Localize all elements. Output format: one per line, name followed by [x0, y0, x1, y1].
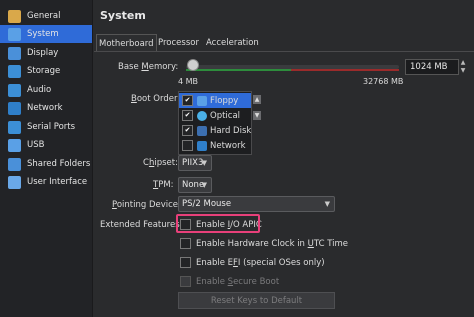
base-memory-min-label: 4 MB — [178, 77, 199, 86]
chevron-down-icon: ▼ — [324, 200, 330, 208]
boot-item-label: Floppy — [210, 95, 239, 106]
boot-item-hard-disk[interactable]: ✔ Hard Disk — [179, 123, 251, 138]
optical-icon — [197, 110, 207, 121]
highlight-box — [176, 214, 260, 233]
settings-sidebar: General System Display Storage Audio Net… — [0, 0, 93, 317]
sidebar-item-label: Display — [27, 48, 59, 58]
boot-item-label: Network — [210, 140, 246, 151]
shared-folders-icon — [8, 157, 21, 171]
enable-efi-label: Enable EFI (special OSes only) — [196, 257, 325, 268]
enable-efi-checkbox[interactable] — [180, 257, 191, 268]
sidebar-item-storage[interactable]: Storage — [0, 62, 92, 80]
sidebar-item-label: Storage — [27, 66, 61, 76]
display-icon — [8, 46, 21, 60]
serial-ports-icon — [8, 120, 21, 134]
tab-motherboard[interactable]: Motherboard — [96, 34, 157, 52]
chevron-up-icon: ▲ — [254, 96, 260, 103]
boot-item-label: Optical — [210, 110, 241, 121]
hard-disk-icon — [197, 125, 207, 136]
extended-features-label: Extended Features: — [100, 220, 183, 230]
sidebar-item-general[interactable]: General — [0, 7, 92, 25]
chipset-value: PIIX3 — [182, 158, 204, 168]
pointing-device-select[interactable]: PS/2 Mouse ▼ — [178, 196, 335, 212]
boot-optical-checkbox[interactable]: ✔ — [182, 110, 193, 121]
boot-item-label: Hard Disk — [210, 125, 252, 136]
audio-icon — [8, 83, 21, 97]
sidebar-item-label: USB — [27, 140, 45, 150]
tpm-select[interactable]: None ▼ — [178, 177, 212, 193]
sidebar-item-label: System — [27, 29, 59, 39]
general-icon — [8, 9, 21, 23]
base-memory-unsafe-range — [291, 69, 399, 71]
page-title: System — [100, 9, 146, 22]
enable-utc-clock-checkbox[interactable] — [180, 238, 191, 249]
enable-utc-clock-label: Enable Hardware Clock in UTC Time — [196, 238, 349, 249]
reset-keys-button: Reset Keys to Default — [178, 292, 335, 309]
boot-item-floppy[interactable]: ✔ Floppy — [179, 93, 251, 108]
chevron-down-icon: ▼ — [201, 159, 207, 167]
usb-icon — [8, 138, 21, 152]
sidebar-item-network[interactable]: Network — [0, 99, 92, 117]
base-memory-input[interactable]: 1024 MB — [405, 59, 459, 75]
boot-item-network[interactable]: Network — [179, 138, 251, 153]
sidebar-item-usb[interactable]: USB — [0, 136, 92, 154]
tpm-label: TPM: — [153, 180, 174, 190]
sidebar-item-label: User Interface — [27, 177, 88, 187]
base-memory-slider-handle[interactable] — [186, 59, 199, 71]
network-boot-icon — [197, 140, 207, 151]
boot-floppy-checkbox[interactable]: ✔ — [182, 95, 193, 106]
boot-order-list: ✔ Floppy ✔ Optical ✔ Hard Disk Network — [178, 91, 252, 155]
boot-item-optical[interactable]: ✔ Optical — [179, 108, 251, 123]
enable-secure-boot-checkbox — [180, 276, 191, 287]
chevron-up-icon[interactable]: ▲ — [458, 59, 468, 67]
enable-utc-clock-option[interactable]: Enable Hardware Clock in UTC Time — [180, 238, 348, 249]
chipset-label: Chipset: — [143, 158, 178, 168]
chevron-down-icon: ▼ — [254, 112, 260, 119]
base-memory-label: Base Memory: — [118, 62, 179, 72]
boot-move-down-button[interactable]: ▼ — [253, 111, 261, 120]
boot-network-checkbox[interactable] — [182, 140, 193, 151]
base-memory-safe-range — [186, 69, 291, 71]
enable-secure-boot-label: Enable Secure Boot — [196, 276, 280, 287]
boot-hard-disk-checkbox[interactable]: ✔ — [182, 125, 193, 136]
sidebar-item-audio[interactable]: Audio — [0, 81, 92, 99]
chevron-down-icon[interactable]: ▼ — [458, 67, 468, 75]
sidebar-item-shared-folders[interactable]: Shared Folders — [0, 155, 92, 173]
boot-move-up-button[interactable]: ▲ — [253, 95, 261, 104]
boot-order-label: Boot Order: — [131, 94, 181, 104]
sidebar-item-system[interactable]: System — [0, 25, 92, 43]
chipset-select[interactable]: PIIX3 ▼ — [178, 155, 212, 171]
sidebar-item-label: Shared Folders — [27, 159, 91, 169]
base-memory-stepper[interactable]: ▲ ▼ — [458, 59, 468, 75]
sidebar-item-label: Serial Ports — [27, 122, 76, 132]
tab-acceleration[interactable]: Acceleration — [204, 34, 261, 51]
sidebar-item-serial-ports[interactable]: Serial Ports — [0, 118, 92, 136]
chevron-down-icon: ▼ — [201, 181, 207, 189]
sidebar-item-label: General — [27, 11, 61, 21]
pointing-device-label: Pointing Device: — [112, 200, 181, 210]
network-icon — [8, 101, 21, 115]
pointing-device-value: PS/2 Mouse — [182, 199, 232, 209]
sidebar-item-label: Network — [27, 103, 63, 113]
floppy-icon — [197, 95, 207, 106]
sidebar-item-user-interface[interactable]: User Interface — [0, 173, 92, 191]
system-icon — [8, 27, 21, 41]
sidebar-item-display[interactable]: Display — [0, 44, 92, 62]
enable-secure-boot-option: Enable Secure Boot — [180, 276, 279, 287]
sidebar-item-label: Audio — [27, 85, 52, 95]
storage-icon — [8, 64, 21, 78]
enable-efi-option[interactable]: Enable EFI (special OSes only) — [180, 257, 325, 268]
base-memory-max-label: 32768 MB — [363, 77, 404, 86]
user-interface-icon — [8, 175, 21, 189]
tab-processor[interactable]: Processor — [156, 34, 201, 51]
tab-panel-divider — [94, 51, 474, 52]
